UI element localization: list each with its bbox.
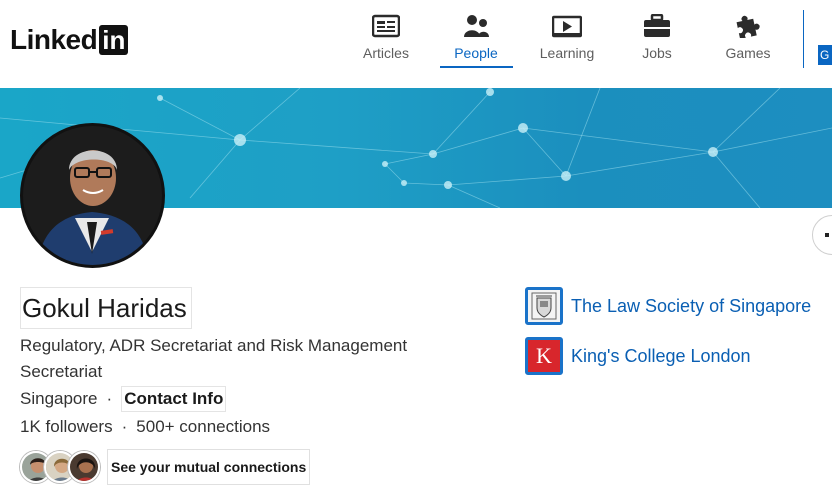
jobs-icon — [617, 13, 697, 40]
org-name: The Law Society of Singapore — [571, 295, 812, 316]
org-law-society[interactable]: The Law Society of Singapore — [525, 287, 811, 325]
nav-learning[interactable]: Learning — [527, 14, 607, 62]
mutual-connections[interactable]: See your mutual connections — [20, 449, 311, 485]
location-row: Singapore · Contact Info — [20, 386, 227, 412]
articles-icon — [346, 14, 426, 40]
people-icon — [436, 14, 516, 40]
more-dot-icon — [825, 233, 829, 237]
kings-college-logo-icon: K — [525, 337, 563, 375]
active-tab-indicator — [440, 66, 513, 68]
nav-games[interactable]: Games — [708, 14, 788, 62]
nav-jobs[interactable]: Jobs — [617, 13, 697, 62]
nav-articles[interactable]: Articles — [346, 14, 426, 62]
linkedin-logo[interactable]: Linked in — [10, 24, 129, 56]
top-nav-bar: Linkedin Articles People Learning Jobs — [0, 0, 832, 88]
profile-location: Singapore — [20, 389, 98, 408]
followers-count: 1K followers — [20, 417, 113, 436]
get-app-button[interactable]: G — [818, 45, 832, 65]
org-kings-college[interactable]: K King's College London — [525, 337, 751, 375]
kings-college-logo-letter: K — [536, 343, 552, 368]
profile-headline: Regulatory, ADR Secretariat and Risk Man… — [20, 336, 408, 381]
law-society-crest-icon — [525, 287, 563, 325]
more-actions-button[interactable] — [812, 215, 832, 255]
org-name: King's College London — [571, 345, 751, 366]
separator-dot: · — [106, 389, 113, 408]
nav-divider — [803, 10, 804, 68]
games-icon — [708, 14, 788, 40]
nav-people[interactable]: People — [436, 14, 516, 62]
separator-dot: · — [121, 417, 128, 436]
see-mutual-connections-link[interactable]: See your mutual connections — [107, 449, 311, 485]
network-row: 1K followers · 500+ connections — [20, 415, 270, 439]
learning-icon — [527, 14, 607, 40]
mutual-avatar-3 — [68, 451, 100, 483]
profile-name: Gokul Haridas — [20, 287, 192, 329]
profile-avatar[interactable] — [20, 123, 165, 268]
connections-count: 500+ connections — [136, 417, 271, 436]
contact-info-link[interactable]: Contact Info — [121, 386, 227, 412]
